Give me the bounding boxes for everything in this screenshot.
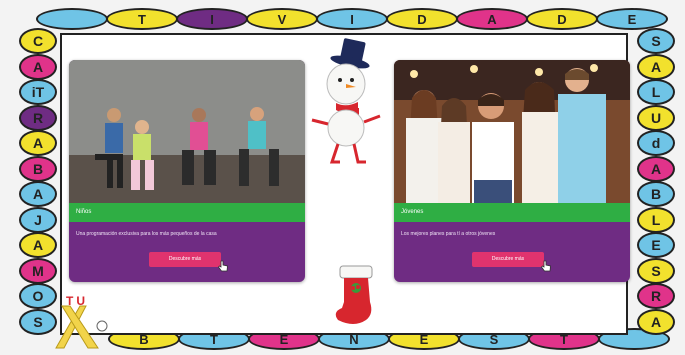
hand-cursor-icon [217,260,228,272]
frame-tile-right: E [637,232,675,258]
descubre-mas-button[interactable]: Descubre más [472,252,544,267]
frame-tile-top: I [316,8,388,30]
frame-tile-top: E [596,8,668,30]
frame-tile-right: L [637,206,675,233]
frame-tile-right: A [637,53,675,80]
frame-tile-right: d [637,130,675,156]
frame-tile-top [36,8,108,30]
frame-tile-top: A [456,8,528,30]
ninos-photo [69,60,305,203]
frame-tile-right: A [637,155,675,182]
frame-tile-left: M [19,257,57,284]
frame-tile-left: iT [19,79,57,105]
logo-x-icon: TU [52,294,112,350]
frame-tile-left: J [19,206,57,233]
frame-tile-top: I [176,8,248,30]
frame-tile-left: B [19,155,57,182]
frame-tile-right: S [637,257,675,284]
frame-tile-right: R [637,283,675,309]
frame-tile-left: R [19,104,57,131]
frame-tile-right: U [637,104,675,131]
logo-letters: TU [66,294,88,308]
frame-tile-left: A [19,181,57,207]
jovenes-photo [394,60,630,203]
card-description: Los mejores planes para tí a otros jóven… [401,231,496,237]
card-jovenes[interactable]: Jóvenes Los mejores planes para tí a otr… [394,60,630,282]
frame-tile-left: A [19,53,57,80]
hand-cursor-icon [540,260,551,272]
snowman-icon [311,38,381,164]
frame-tile-top: D [526,8,598,30]
activity-page: T I V I D A D E B T E N E S T C AiT R A B A J A M O S S A L Ud A B L E S R A… [0,0,685,350]
descubre-mas-button[interactable]: Descubre más [149,252,221,267]
frame-tile-right: S [637,28,675,54]
christmas-stocking-icon [335,265,373,324]
card-title: Jóvenes [394,203,630,222]
card-ninos[interactable]: Niños Una programación exclusiva para lo… [69,60,305,282]
frame-tile-left: C [19,28,57,54]
frame-tile-right: L [637,79,675,105]
frame-tile-right: B [637,181,675,207]
frame-tile-left: A [19,232,57,258]
frame-tile-top: D [386,8,458,30]
card-title: Niños [69,203,305,222]
card-description: Una programación exclusiva para los más … [76,231,217,237]
frame-tile-top: T [106,8,178,30]
frame-tile-left: A [19,130,57,156]
frame-tile-top: V [246,8,318,30]
frame-tile-right: A [637,308,675,335]
